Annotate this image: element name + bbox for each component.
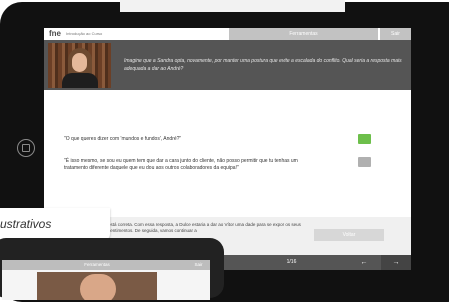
top-bar: fne Introdução ao Curso Ferramentas Sair: [44, 28, 411, 40]
background-strip: [120, 0, 345, 12]
home-button[interactable]: [17, 139, 35, 157]
second-tablet-frame: Ferramentas Sair: [0, 238, 224, 300]
exit-button[interactable]: Sair: [380, 28, 411, 40]
second-presenter-face: [80, 274, 116, 300]
option-2-text[interactable]: "É isso mesmo, se sou eu quem tem que da…: [64, 158, 304, 171]
tools-button[interactable]: Ferramentas: [229, 28, 378, 40]
question-header: Imagine que a Sandra opta, novamente, po…: [44, 40, 411, 90]
page-indicator: 1/16: [286, 259, 297, 265]
section-label-card: ustrativos: [0, 208, 110, 240]
presenter-photo: [48, 43, 111, 88]
second-tablet-screen: Ferramentas Sair: [2, 260, 210, 300]
option-1-text[interactable]: "O que queres dizer com 'mundos e fundos…: [64, 136, 304, 143]
course-title: Introdução ao Curso: [66, 31, 103, 36]
feedback-text: está correta. Com essa resposta, a Dulce…: [108, 222, 301, 233]
section-label: ustrativos: [0, 217, 52, 231]
option-2-checkbox[interactable]: [358, 157, 371, 167]
next-arrow-icon[interactable]: →: [381, 255, 411, 270]
prev-arrow-icon[interactable]: ←: [349, 255, 379, 270]
second-top-bar: Ferramentas Sair: [2, 260, 210, 270]
brand-logo: fne: [49, 29, 61, 38]
second-exit-button[interactable]: Sair: [187, 260, 210, 270]
back-button[interactable]: Voltar: [314, 229, 384, 241]
option-1-checkbox[interactable]: [358, 134, 371, 144]
second-tools-button[interactable]: Ferramentas: [57, 260, 137, 270]
question-text: Imagine que a Sandra opta, novamente, po…: [124, 58, 402, 72]
options-panel: "O que queres dizer com 'mundos e fundos…: [44, 90, 411, 216]
